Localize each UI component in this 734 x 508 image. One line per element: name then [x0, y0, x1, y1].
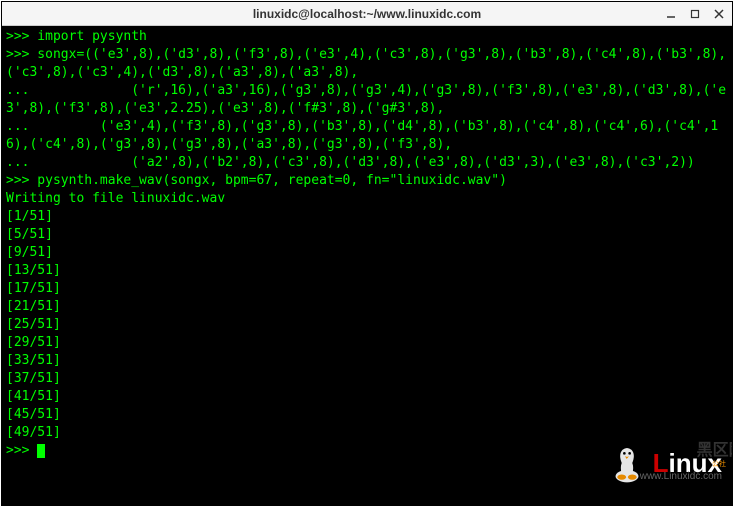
terminal-line: [45/51] — [6, 406, 728, 424]
terminal-line: >>> import pysynth — [6, 28, 728, 46]
watermark-url: www.Linuxidc.com — [640, 468, 722, 486]
window-titlebar: linuxidc@localhost:~/www.linuxidc.com — [2, 2, 732, 26]
terminal-line: [29/51] — [6, 334, 728, 352]
terminal-line: [21/51] — [6, 298, 728, 316]
terminal-line: [5/51] — [6, 226, 728, 244]
terminal-line: >>> pysynth.make_wav(songx, bpm=67, repe… — [6, 172, 728, 190]
maximize-icon — [690, 9, 700, 19]
terminal-line: Writing to file linuxidc.wav — [6, 190, 728, 208]
close-button[interactable] — [712, 7, 726, 21]
maximize-button[interactable] — [688, 7, 702, 21]
terminal-line: [9/51] — [6, 244, 728, 262]
close-icon — [714, 9, 724, 19]
minimize-icon — [666, 9, 676, 19]
terminal-line: ... ('r',16),('a3',16),('g3',8),('g3',4)… — [6, 82, 728, 118]
window-controls — [664, 7, 726, 21]
terminal-line: [1/51] — [6, 208, 728, 226]
terminal-line: [13/51] — [6, 262, 728, 280]
terminal-line: [37/51] — [6, 370, 728, 388]
terminal-line: ... ('e3',4),('f3',8),('g3',8),('b3',8),… — [6, 118, 728, 154]
terminal-line: >>> songx=(('e3',8),('d3',8),('f3',8),('… — [6, 46, 728, 82]
terminal-body[interactable]: >>> import pysynth >>> songx=(('e3',8),(… — [2, 26, 732, 505]
terminal-line: [25/51] — [6, 316, 728, 334]
minimize-button[interactable] — [664, 7, 678, 21]
terminal-prompt: >>> — [6, 443, 37, 458]
terminal-line: [41/51] — [6, 388, 728, 406]
terminal-line: >>> — [6, 442, 728, 460]
window-title: linuxidc@localhost:~/www.linuxidc.com — [253, 7, 481, 21]
terminal-line: ... ('a2',8),('b2',8),('c3',8),('d3',8),… — [6, 154, 728, 172]
terminal-line: [49/51] — [6, 424, 728, 442]
terminal-line: [17/51] — [6, 280, 728, 298]
cursor — [37, 444, 45, 458]
terminal-window: linuxidc@localhost:~/www.linuxidc.com >>… — [1, 1, 733, 506]
terminal-line: [33/51] — [6, 352, 728, 370]
